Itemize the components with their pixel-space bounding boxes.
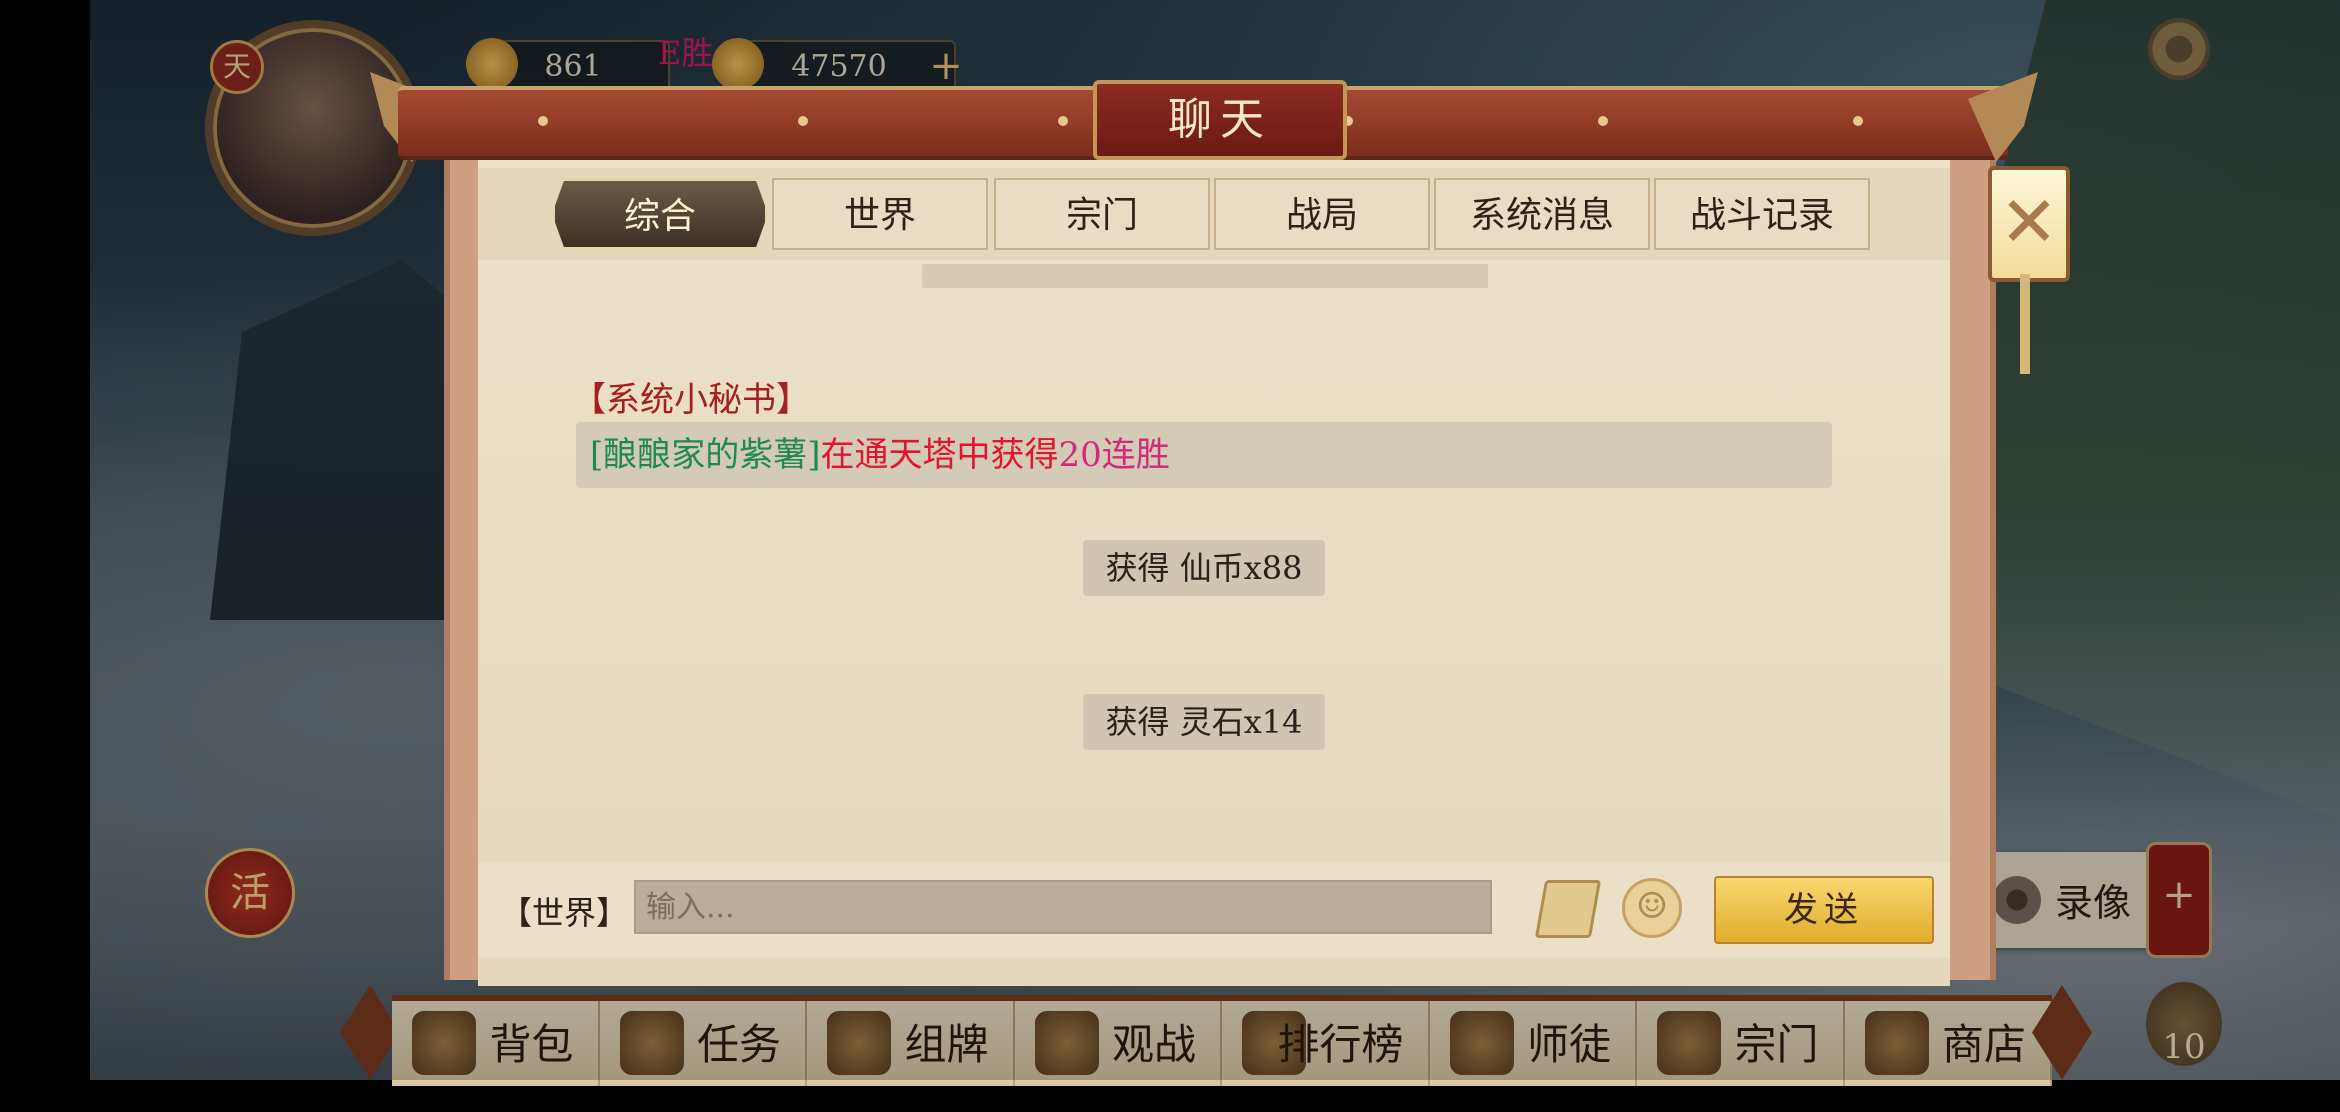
message-text: 在通天塔中获得 xyxy=(820,435,1059,475)
win-streak-text: 20连胜 xyxy=(1058,435,1170,475)
chat-tabs: 综合 世界 宗门 战局 系统消息 战斗记录 xyxy=(552,178,1872,250)
scrolled-message-fragment xyxy=(922,264,1488,288)
chat-input[interactable] xyxy=(634,880,1492,934)
channel-selector[interactable]: 【世界】 xyxy=(500,888,628,934)
header-stud xyxy=(1853,116,1863,126)
send-button[interactable]: 发送 xyxy=(1714,876,1934,944)
close-button[interactable]: ✕ xyxy=(1988,166,2070,282)
header-stud xyxy=(1058,116,1068,126)
tab-battle[interactable]: 战局 xyxy=(1214,178,1430,250)
tab-general[interactable]: 综合 xyxy=(552,178,768,250)
lantern-tassel xyxy=(2020,274,2030,374)
chat-title: 聊天 xyxy=(1093,80,1347,160)
reward-notice: 获得 灵石x14 xyxy=(1083,694,1325,750)
tab-system-messages[interactable]: 系统消息 xyxy=(1434,178,1650,250)
tab-battle-log[interactable]: 战斗记录 xyxy=(1654,178,1870,250)
card-share-icon[interactable] xyxy=(1534,880,1602,938)
header-stud xyxy=(1598,116,1608,126)
system-message: [酿酿家的紫薯]在通天塔中获得20连胜 xyxy=(576,422,1832,488)
message-sender: 【系统小秘书】 xyxy=(572,380,810,420)
tab-world[interactable]: 世界 xyxy=(772,178,988,250)
player-name-link[interactable]: [酿酿家的紫薯] xyxy=(590,435,821,475)
header-stud xyxy=(798,116,808,126)
header-stud xyxy=(538,116,548,126)
emoji-icon[interactable]: ☺ xyxy=(1622,878,1682,938)
tab-sect[interactable]: 宗门 xyxy=(994,178,1210,250)
reward-notice: 获得 仙币x88 xyxy=(1083,540,1325,596)
